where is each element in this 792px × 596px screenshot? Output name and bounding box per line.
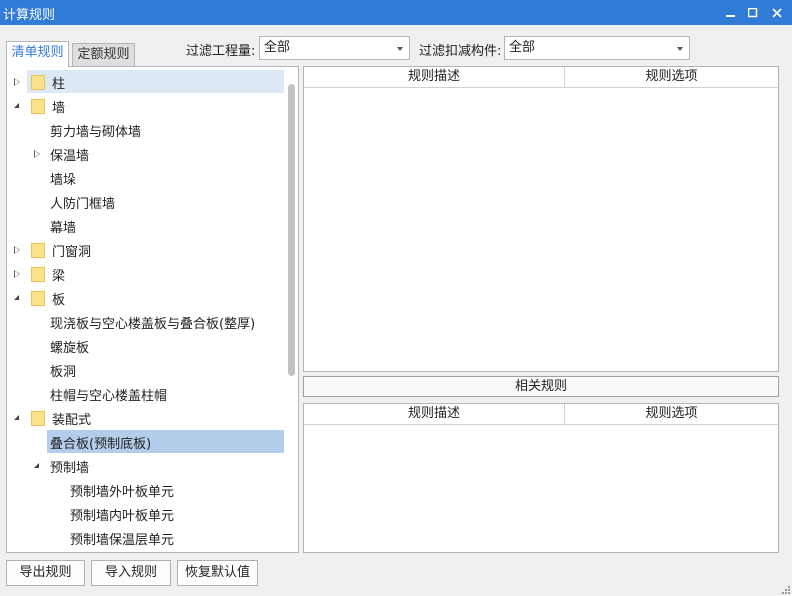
restore-defaults-button[interactable]: 恢复默认值 — [177, 560, 258, 586]
tree-item[interactable]: 预制墙内叶板单元 — [7, 502, 298, 526]
tree-item-label: 现浇板与空心楼盖板与叠合板(整厚) — [50, 317, 256, 332]
tree-item[interactable]: 螺旋板 — [7, 334, 298, 358]
collapse-arrow-icon[interactable] — [34, 463, 39, 468]
rules-table: 规则描述 规则选项 — [303, 66, 779, 372]
collapse-arrow-icon[interactable] — [14, 295, 19, 300]
tab-bill-rules[interactable]: 清单规则 — [6, 41, 69, 67]
tree-item-label: 墙垛 — [50, 173, 77, 188]
tree-item[interactable]: 墙 — [7, 94, 298, 118]
maximize-button[interactable] — [740, 0, 766, 25]
folder-icon — [31, 267, 45, 282]
tree-item[interactable]: 预制墙外叶板单元 — [7, 478, 298, 502]
tree-item-label: 预制墙 — [50, 461, 90, 476]
expand-arrow-icon[interactable] — [14, 78, 20, 86]
folder-icon — [31, 75, 45, 90]
filter-deduct-label: 过滤扣减构件: — [419, 44, 502, 59]
tree-item-label: 人防门框墙 — [50, 197, 116, 212]
chevron-down-icon — [677, 47, 683, 51]
filter-deduct-value: 全部 — [509, 40, 536, 55]
filter-deduct-select[interactable]: 全部 — [504, 36, 690, 60]
filter-quantity-label: 过滤工程量: — [186, 44, 256, 59]
tree-item[interactable]: 柱 — [7, 70, 298, 94]
maximize-icon — [748, 7, 758, 17]
tree-item-label: 墙 — [52, 101, 66, 116]
hover-highlight — [27, 70, 284, 93]
tree-item[interactable]: 保温墙 — [7, 142, 298, 166]
filter-quantity-value: 全部 — [264, 40, 291, 55]
tree-item[interactable]: 板洞 — [7, 358, 298, 382]
tree-item[interactable]: 门窗洞 — [7, 238, 298, 262]
close-button[interactable] — [764, 0, 790, 25]
expand-arrow-icon[interactable] — [14, 270, 20, 278]
tree-item-label: 板洞 — [50, 365, 77, 380]
related-rules-table: 规则描述 规则选项 — [303, 403, 779, 553]
export-rules-button[interactable]: 导出规则 — [6, 560, 85, 586]
tree-item[interactable]: 预制墙保温层单元 — [7, 526, 298, 550]
tree-item[interactable]: 板 — [7, 286, 298, 310]
close-icon — [772, 7, 782, 18]
tree-item-label: 剪力墙与砌体墙 — [50, 125, 142, 140]
tree-item[interactable]: 装配式 — [7, 406, 298, 430]
tree-item-label: 梁 — [52, 269, 66, 284]
window-title: 计算规则 — [3, 8, 56, 23]
tree-item-label: 门窗洞 — [52, 245, 92, 260]
title-bar: 计算规则 — [0, 0, 792, 25]
component-tree[interactable]: 柱墙剪力墙与砌体墙 保温墙墙垛人防门框墙幕墙门窗洞梁板现浇板与空心楼盖板与叠合板(… — [6, 66, 299, 553]
import-rules-button[interactable]: 导入规则 — [91, 560, 171, 586]
related-col-description[interactable]: 规则描述 — [304, 404, 565, 425]
expand-arrow-icon[interactable] — [14, 246, 20, 254]
tree-item-label: 螺旋板 — [50, 341, 90, 356]
resize-grip-icon[interactable] — [780, 584, 790, 594]
tree-item[interactable]: 梁 — [7, 262, 298, 286]
minimize-icon — [726, 14, 735, 17]
tree-item-label: 装配式 — [52, 413, 92, 428]
rules-col-description[interactable]: 规则描述 — [304, 67, 565, 88]
tree-item[interactable]: 叠合板(预制底板) — [7, 430, 298, 454]
tree-item[interactable]: 柱帽与空心楼盖柱帽 — [7, 382, 298, 406]
tab-quota-rules[interactable]: 定额规则 — [72, 43, 135, 67]
tree-item[interactable]: 预制墙 — [7, 454, 298, 478]
tree-item[interactable]: 人防门框墙 — [7, 190, 298, 214]
tree-item-label: 幕墙 — [50, 221, 77, 236]
tree-item-label: 预制墙保温层单元 — [70, 533, 175, 548]
folder-icon — [31, 99, 45, 114]
tree-item[interactable]: 剪力墙与砌体墙 — [7, 118, 298, 142]
filter-quantity-select[interactable]: 全部 — [259, 36, 410, 60]
related-col-option[interactable]: 规则选项 — [565, 404, 778, 425]
folder-icon — [31, 243, 45, 258]
tree-item[interactable]: 现浇板与空心楼盖板与叠合板(整厚) — [7, 310, 298, 334]
tree-item-label: 预制墙内叶板单元 — [70, 509, 175, 524]
rules-col-option[interactable]: 规则选项 — [565, 67, 778, 88]
tree-item[interactable]: 幕墙 — [7, 214, 298, 238]
chevron-down-icon — [397, 47, 403, 51]
collapse-arrow-icon[interactable] — [14, 103, 19, 108]
tree-item-label: 保温墙 — [50, 149, 90, 164]
related-rules-bar[interactable]: 相关规则 — [303, 376, 779, 397]
tree-item-label: 预制墙外叶板单元 — [70, 485, 175, 500]
tree-item[interactable]: 墙垛 — [7, 166, 298, 190]
tree-item-label: 柱 — [52, 77, 66, 92]
tree-item-label: 柱帽与空心楼盖柱帽 — [50, 389, 168, 404]
folder-icon — [31, 291, 45, 306]
collapse-arrow-icon[interactable] — [14, 415, 19, 420]
tree-item-label: 板 — [52, 293, 66, 308]
folder-icon — [31, 411, 45, 426]
expand-arrow-icon[interactable] — [34, 150, 40, 158]
tree-item-label: 叠合板(预制底板) — [50, 437, 152, 452]
